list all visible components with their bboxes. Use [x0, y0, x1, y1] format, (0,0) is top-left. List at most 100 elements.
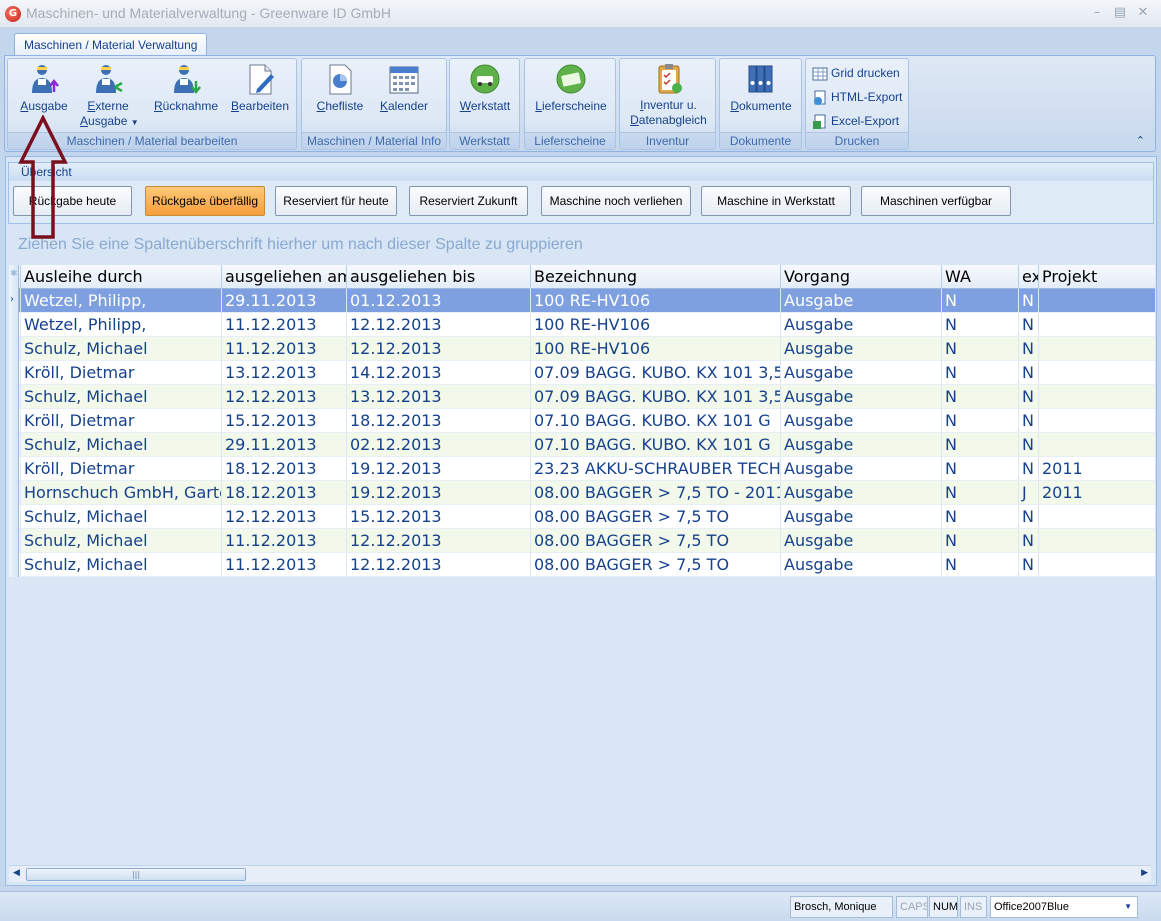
lieferscheine-button[interactable]: Lieferscheine: [533, 63, 609, 114]
cell-ausgeliehen-am[interactable]: 11.12.2013: [221, 313, 346, 336]
cell-projekt[interactable]: [1038, 361, 1149, 384]
row-indicator[interactable]: [9, 553, 19, 577]
row-indicator[interactable]: [9, 361, 19, 385]
table-row[interactable]: › Wetzel, Philipp, 29.11.2013 01.12.2013 100…: [9, 289, 1155, 313]
cell-ausgeliehen-am[interactable]: 18.12.2013: [221, 457, 346, 480]
cell-wa[interactable]: N: [941, 361, 1018, 384]
cell-bezeichnung[interactable]: 07.09 BAGG. KUBO. KX 101 3,5: [530, 385, 780, 408]
filter-maschinen-verfuegbar-button[interactable]: Maschinen verfügbar: [861, 186, 1011, 216]
filter-maschine-verliehen-button[interactable]: Maschine noch verliehen: [541, 186, 691, 216]
theme-select[interactable]: Office2007Blue ▼: [990, 896, 1138, 918]
cell-ausgeliehen-am[interactable]: 15.12.2013: [221, 409, 346, 432]
cell-bezeichnung[interactable]: 23.23 AKKU-SCHRAUBER TECHI: [530, 457, 780, 480]
cell-ausleihe-durch[interactable]: Schulz, Michael: [20, 505, 221, 528]
filter-reserviert-zukunft-button[interactable]: Reserviert Zukunft: [409, 186, 528, 216]
cell-ausgeliehen-bis[interactable]: 19.12.2013: [346, 481, 530, 504]
cell-bezeichnung[interactable]: 08.00 BAGGER > 7,5 TO: [530, 505, 780, 528]
cell-bezeichnung[interactable]: 100 RE-HV106: [530, 289, 780, 312]
cell-wa[interactable]: N: [941, 385, 1018, 408]
cell-wa[interactable]: N: [941, 529, 1018, 552]
ruecknahme-button[interactable]: Rücknahme: [151, 63, 221, 114]
horizontal-scrollbar[interactable]: ◀ ||| ▶: [9, 865, 1151, 882]
cell-vorgang[interactable]: Ausgabe: [780, 361, 941, 384]
cell-wa[interactable]: N: [941, 409, 1018, 432]
row-indicator[interactable]: [9, 433, 19, 457]
cell-vorgang[interactable]: Ausgabe: [780, 409, 941, 432]
cell-wa[interactable]: N: [941, 337, 1018, 360]
cell-ausleihe-durch[interactable]: Hornschuch GmbH, Garten-: [20, 481, 221, 504]
cell-ausgeliehen-am[interactable]: 12.12.2013: [221, 385, 346, 408]
table-row[interactable]: Kröll, Dietmar 15.12.2013 18.12.2013 07.10 …: [9, 409, 1155, 433]
scroll-left-icon[interactable]: ◀: [13, 868, 20, 878]
cell-ausgeliehen-bis[interactable]: 15.12.2013: [346, 505, 530, 528]
cell-wa[interactable]: N: [941, 313, 1018, 336]
column-header-wa[interactable]: WA: [941, 265, 1018, 289]
cell-ex[interactable]: N: [1018, 433, 1038, 456]
column-header-ausgeliehen-am[interactable]: ausgeliehen am: [221, 265, 346, 289]
row-indicator[interactable]: [9, 457, 19, 481]
cell-ausleihe-durch[interactable]: Wetzel, Philipp,: [20, 313, 221, 336]
cell-ausleihe-durch[interactable]: Kröll, Dietmar: [20, 361, 221, 384]
cell-ausgeliehen-bis[interactable]: 02.12.2013: [346, 433, 530, 456]
cell-ausgeliehen-am[interactable]: 29.11.2013: [221, 289, 346, 312]
table-row[interactable]: Kröll, Dietmar 13.12.2013 14.12.2013 07.09 …: [9, 361, 1155, 385]
row-indicator[interactable]: [9, 529, 19, 553]
cell-ex[interactable]: N: [1018, 289, 1038, 312]
cell-vorgang[interactable]: Ausgabe: [780, 289, 941, 312]
table-row[interactable]: Kröll, Dietmar 18.12.2013 19.12.2013 23.23 …: [9, 457, 1155, 481]
cell-ausleihe-durch[interactable]: Schulz, Michael: [20, 385, 221, 408]
cell-vorgang[interactable]: Ausgabe: [780, 433, 941, 456]
row-indicator[interactable]: [9, 313, 19, 337]
filter-rueckgabe-ueberfaellig-button[interactable]: Rückgabe überfällig: [145, 186, 265, 216]
close-icon[interactable]: ✕: [1134, 5, 1152, 21]
cell-ausgeliehen-bis[interactable]: 12.12.2013: [346, 313, 530, 336]
cell-projekt[interactable]: [1038, 385, 1149, 408]
row-indicator[interactable]: [9, 385, 19, 409]
cell-ausgeliehen-am[interactable]: 11.12.2013: [221, 529, 346, 552]
row-indicator[interactable]: [9, 409, 19, 433]
cell-wa[interactable]: N: [941, 505, 1018, 528]
cell-ausgeliehen-am[interactable]: 12.12.2013: [221, 505, 346, 528]
cell-vorgang[interactable]: Ausgabe: [780, 505, 941, 528]
ausgabe-button[interactable]: Ausgabe: [18, 63, 70, 114]
cell-projekt[interactable]: [1038, 409, 1149, 432]
cell-ausgeliehen-am[interactable]: 11.12.2013: [221, 337, 346, 360]
cell-ex[interactable]: N: [1018, 313, 1038, 336]
column-header-ausgeliehen-bis[interactable]: ausgeliehen bis: [346, 265, 530, 289]
table-row[interactable]: Schulz, Michael 11.12.2013 12.12.2013 08.00…: [9, 529, 1155, 553]
html-export-button[interactable]: HTML-Export: [812, 87, 902, 107]
scrollbar-thumb[interactable]: |||: [26, 868, 246, 881]
cell-ausleihe-durch[interactable]: Wetzel, Philipp,: [20, 289, 221, 312]
scroll-right-icon[interactable]: ▶: [1141, 868, 1148, 878]
column-header-vorgang[interactable]: Vorgang: [780, 265, 941, 289]
cell-ausleihe-durch[interactable]: Kröll, Dietmar: [20, 457, 221, 480]
table-row[interactable]: Schulz, Michael 12.12.2013 15.12.2013 08.00…: [9, 505, 1155, 529]
grid-drucken-button[interactable]: Grid drucken: [812, 63, 900, 83]
cell-projekt[interactable]: [1038, 289, 1149, 312]
cell-ausleihe-durch[interactable]: Schulz, Michael: [20, 529, 221, 552]
cell-projekt[interactable]: [1038, 337, 1149, 360]
cell-bezeichnung[interactable]: 100 RE-HV106: [530, 313, 780, 336]
app-icon[interactable]: G: [5, 6, 21, 22]
cell-ausgeliehen-bis[interactable]: 12.12.2013: [346, 337, 530, 360]
bearbeiten-button[interactable]: Bearbeiten: [230, 63, 290, 114]
cell-ex[interactable]: N: [1018, 529, 1038, 552]
column-header-ex[interactable]: ex: [1018, 265, 1038, 289]
cell-bezeichnung[interactable]: 08.00 BAGGER > 7,5 TO - 2011: [530, 481, 780, 504]
dokumente-button[interactable]: Dokumente: [728, 63, 794, 114]
cell-ausleihe-durch[interactable]: Kröll, Dietmar: [20, 409, 221, 432]
externe-ausgabe-button[interactable]: Externe Ausgabe ▼: [80, 63, 139, 130]
cell-ausgeliehen-bis[interactable]: 14.12.2013: [346, 361, 530, 384]
column-header-ausleihe-durch[interactable]: Ausleihe durch: [20, 265, 221, 289]
cell-ex[interactable]: J: [1018, 481, 1038, 504]
filter-reserviert-heute-button[interactable]: Reserviert für heute: [275, 186, 397, 216]
table-row[interactable]: Schulz, Michael 29.11.2013 02.12.2013 07.10…: [9, 433, 1155, 457]
filter-maschine-werkstatt-button[interactable]: Maschine in Werkstatt: [701, 186, 851, 216]
cell-projekt[interactable]: 2011: [1038, 481, 1149, 504]
cell-ausleihe-durch[interactable]: Schulz, Michael: [20, 337, 221, 360]
cell-ausgeliehen-bis[interactable]: 12.12.2013: [346, 553, 530, 576]
cell-ex[interactable]: N: [1018, 457, 1038, 480]
cell-vorgang[interactable]: Ausgabe: [780, 337, 941, 360]
collapse-ribbon-icon[interactable]: ⌃: [1136, 134, 1145, 147]
tab-maschinen-material-verwaltung[interactable]: Maschinen / Material Verwaltung: [14, 33, 208, 56]
